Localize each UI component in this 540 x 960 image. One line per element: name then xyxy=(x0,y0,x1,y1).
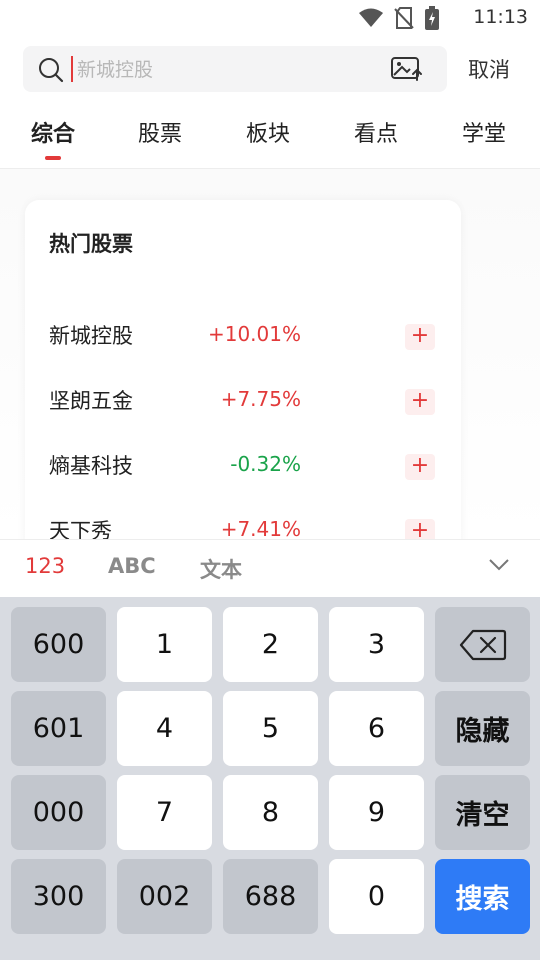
numeric-keyboard: 600 601 000 300 1 2 3 4 5 6 7 8 9 002 68… xyxy=(0,597,540,960)
keyboard-mode-numeric[interactable]: 123 xyxy=(25,554,65,578)
stock-row[interactable]: 新城控股 +10.01% + xyxy=(25,316,461,356)
search-box[interactable] xyxy=(23,46,447,92)
stock-name: 熵基科技 xyxy=(49,454,133,478)
tab-sectors[interactable]: 板块 xyxy=(246,116,290,148)
hot-stocks-card: 热门股票 新城控股 +10.01% + 坚朗五金 +7.75% + 熵基科技 -… xyxy=(25,200,461,560)
tab-stocks[interactable]: 股票 xyxy=(138,116,182,148)
backspace-icon xyxy=(459,629,506,660)
search-icon xyxy=(39,58,64,83)
key-601[interactable]: 601 xyxy=(11,691,106,766)
key-600[interactable]: 600 xyxy=(11,607,106,682)
tab-comprehensive[interactable]: 综合 xyxy=(31,116,75,148)
content-area: 热门股票 新城控股 +10.01% + 坚朗五金 +7.75% + 熵基科技 -… xyxy=(0,169,540,560)
status-icons xyxy=(358,6,440,30)
key-000[interactable]: 000 xyxy=(11,775,106,850)
key-300[interactable]: 300 xyxy=(11,859,106,934)
image-search-icon[interactable] xyxy=(391,56,423,82)
keyboard-mode-text[interactable]: 文本 xyxy=(200,554,242,584)
stock-change: +7.75% xyxy=(220,387,301,411)
key-0[interactable]: 0 xyxy=(329,859,424,934)
key-688[interactable]: 688 xyxy=(223,859,318,934)
hot-stocks-title: 热门股票 xyxy=(49,232,133,256)
stock-change: +7.41% xyxy=(220,517,301,541)
key-2[interactable]: 2 xyxy=(223,607,318,682)
keyboard-mode-abc[interactable]: ABC xyxy=(108,554,156,578)
key-4[interactable]: 4 xyxy=(117,691,212,766)
key-3[interactable]: 3 xyxy=(329,607,424,682)
chevron-down-icon[interactable] xyxy=(488,558,510,572)
wifi-icon xyxy=(359,8,383,27)
tab-academy[interactable]: 学堂 xyxy=(462,116,506,148)
hide-keyboard-key[interactable]: 隐藏 xyxy=(435,691,530,766)
tab-bar: 综合 股票 板块 看点 学堂 xyxy=(0,112,540,169)
search-row: 取消 xyxy=(0,46,540,92)
clear-key[interactable]: 清空 xyxy=(435,775,530,850)
key-1[interactable]: 1 xyxy=(117,607,212,682)
stock-change: -0.32% xyxy=(230,452,301,476)
key-5[interactable]: 5 xyxy=(223,691,318,766)
backspace-key[interactable] xyxy=(435,607,530,682)
keyboard-mode-bar: 123 ABC 文本 xyxy=(0,539,540,598)
stock-name: 坚朗五金 xyxy=(49,389,133,413)
key-8[interactable]: 8 xyxy=(223,775,318,850)
key-9[interactable]: 9 xyxy=(329,775,424,850)
add-watchlist-button[interactable]: + xyxy=(405,454,435,480)
stock-row[interactable]: 熵基科技 -0.32% + xyxy=(25,446,461,486)
battery-charging-icon xyxy=(425,6,439,30)
search-key[interactable]: 搜索 xyxy=(435,859,530,934)
status-time: 11:13 xyxy=(473,6,528,28)
cancel-button[interactable]: 取消 xyxy=(468,54,510,84)
stock-change: +10.01% xyxy=(207,322,301,346)
add-watchlist-button[interactable]: + xyxy=(405,324,435,350)
add-watchlist-button[interactable]: + xyxy=(405,389,435,415)
search-input[interactable] xyxy=(75,52,379,88)
status-bar: 11:13 xyxy=(0,0,540,36)
stock-row[interactable]: 坚朗五金 +7.75% + xyxy=(25,381,461,421)
key-6[interactable]: 6 xyxy=(329,691,424,766)
tab-highlights[interactable]: 看点 xyxy=(354,116,398,148)
text-caret xyxy=(71,56,73,82)
no-sim-icon xyxy=(394,7,414,29)
key-7[interactable]: 7 xyxy=(117,775,212,850)
tab-indicator xyxy=(45,156,61,160)
key-002[interactable]: 002 xyxy=(117,859,212,934)
stock-name: 新城控股 xyxy=(49,324,133,348)
